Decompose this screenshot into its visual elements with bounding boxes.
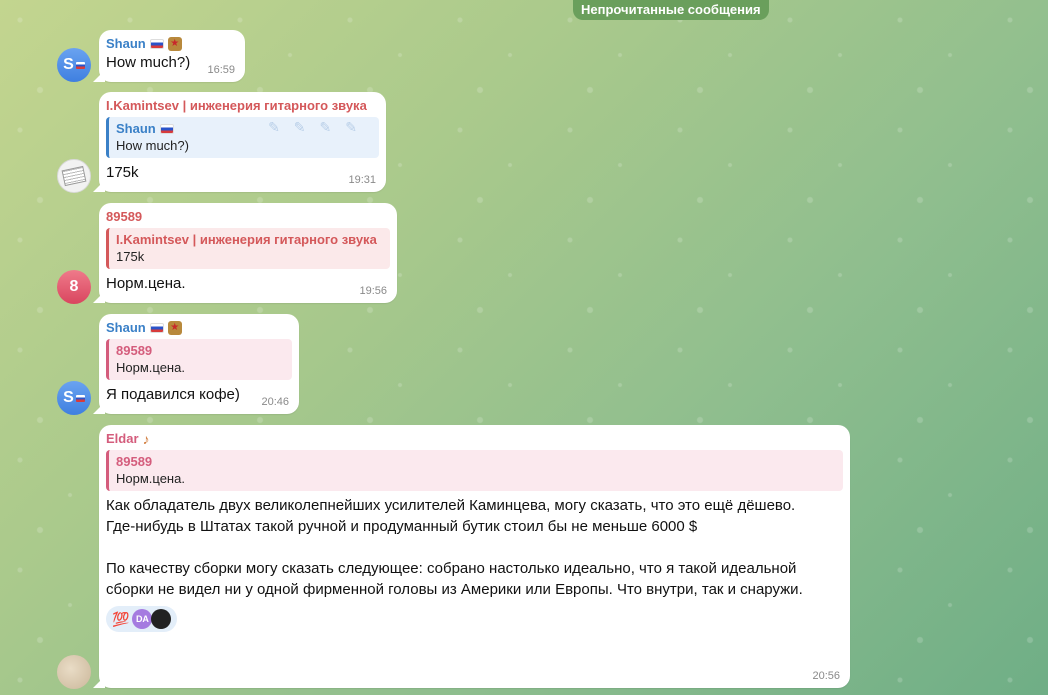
star-badge-icon: ★ — [167, 37, 182, 51]
message-text: Как обладатель двух великолепнейших усил… — [106, 497, 803, 598]
wrench-pattern-icon: ✎✎✎✎ — [268, 119, 371, 135]
message-bubble[interactable]: Shaun ★ How much?) 16:59 — [99, 30, 245, 82]
reactor-avatar — [151, 609, 172, 629]
message-sender[interactable]: I.Kamintsev | инженерия гитарного звука — [106, 98, 379, 114]
reply-sender: 89589 — [116, 343, 153, 358]
avatar-letter: S — [63, 56, 74, 73]
message-time: 19:31 — [348, 174, 376, 186]
message-sender[interactable]: Shaun ★ — [106, 320, 292, 336]
sender-name[interactable]: Shaun — [106, 320, 146, 336]
russia-flag-icon — [75, 394, 85, 402]
message-sender[interactable]: Shaun ★ — [106, 36, 238, 52]
message-time: 19:56 — [359, 285, 387, 297]
message-time: 20:46 — [261, 396, 289, 408]
russia-flag-icon — [149, 323, 164, 333]
reply-sender: 89589 — [116, 454, 153, 469]
message-bubble[interactable]: 89589 I.Kamintsev | инженерия гитарного … — [99, 203, 397, 303]
avatar-letter: 8 — [69, 278, 79, 295]
reaction-hundred[interactable]: 💯 DA — [106, 606, 178, 632]
avatar-89589[interactable]: 8 — [57, 270, 91, 304]
document-avatar-icon — [61, 165, 87, 187]
reply-text: 175k — [116, 249, 145, 264]
reply-quote[interactable]: 89589 Норм.цена. — [106, 450, 843, 491]
reactor-avatar: DA — [132, 609, 153, 629]
avatar-shaun[interactable]: S — [57, 381, 91, 415]
reply-quote[interactable]: 89589 Норм.цена. — [106, 339, 292, 380]
avatar-letter: S — [63, 389, 74, 406]
avatar-kamintsev[interactable] — [57, 159, 91, 193]
avatar-eldar[interactable] — [57, 655, 91, 689]
russia-flag-icon — [149, 39, 164, 49]
message-bubble[interactable]: Eldar ♪ 89589 Норм.цена. Как обладатель … — [99, 425, 850, 688]
message-text: 175k — [106, 164, 139, 181]
guitar-icon: ♪ — [142, 431, 150, 447]
message-bubble[interactable]: I.Kamintsev | инженерия гитарного звука … — [99, 92, 386, 192]
star-badge-icon: ★ — [167, 321, 182, 335]
reply-sender: I.Kamintsev | инженерия гитарного звука — [116, 232, 377, 247]
reply-text: How much?) — [116, 138, 189, 153]
avatar-shaun[interactable]: S — [57, 48, 91, 82]
message-bubble[interactable]: Shaun ★ 89589 Норм.цена. Я подавился коф… — [99, 314, 299, 414]
russia-flag-icon — [75, 61, 85, 69]
reply-quote[interactable]: ✎✎✎✎ Shaun How much?) — [106, 117, 379, 158]
message-time: 16:59 — [207, 64, 235, 76]
reply-quote[interactable]: I.Kamintsev | инженерия гитарного звука … — [106, 228, 390, 269]
sender-name[interactable]: Shaun — [106, 36, 146, 52]
unread-messages-divider: Непрочитанные сообщения — [573, 0, 769, 20]
reply-sender-name: Shaun — [116, 121, 156, 136]
hundred-points-icon: 💯 — [112, 610, 130, 627]
russia-flag-icon — [159, 123, 174, 134]
message-sender[interactable]: 89589 — [106, 209, 390, 225]
message-text: Норм.цена. — [106, 275, 186, 292]
reply-text: Норм.цена. — [116, 471, 185, 486]
message-time: 20:56 — [812, 670, 840, 682]
reactions-bar: 💯 DA — [106, 606, 843, 632]
message-sender[interactable]: Eldar ♪ — [106, 431, 843, 447]
reply-text: Норм.цена. — [116, 360, 185, 375]
sender-name[interactable]: Eldar — [106, 431, 139, 447]
